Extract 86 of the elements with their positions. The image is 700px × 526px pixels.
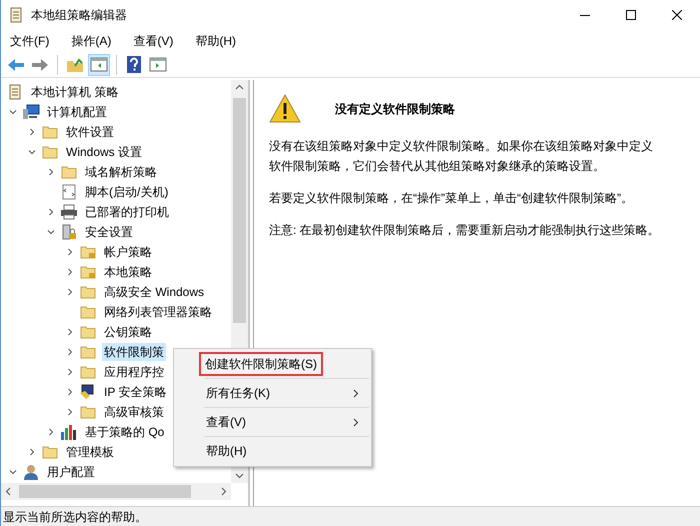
context-menu-item[interactable]: 查看(V) — [174, 409, 371, 435]
collapse-caret-icon[interactable] — [47, 228, 55, 236]
detail-paragraph: 注意: 在最初创建软件限制策略后，需要重新启动才能强制执行这些策略。 — [269, 222, 661, 239]
tree-item[interactable]: 用户配置 — [45, 463, 97, 481]
expand-caret-icon[interactable] — [66, 408, 74, 416]
expand-caret-icon[interactable] — [47, 428, 55, 436]
collapse-caret-icon[interactable] — [9, 108, 17, 116]
locked-folder-icon — [80, 265, 96, 279]
detail-title: 没有定义软件限制策略 — [335, 101, 455, 118]
detail-paragraph: 没有在该组策略对象中定义软件限制策略。如果你在该组策略对象中定义软件限制策略，它们会替代从其他组策略对象继承的策略设置。 — [269, 138, 654, 175]
tree-item[interactable]: IP 安全策略 — [102, 383, 168, 401]
folder-icon — [80, 325, 96, 339]
minimize-icon — [580, 14, 590, 16]
folder-up-icon — [66, 56, 84, 72]
scroll-up-icon — [235, 84, 244, 90]
folder-icon — [80, 345, 96, 359]
menu-item[interactable]: 帮助(H) — [195, 32, 236, 50]
tree-item[interactable]: 高级安全 Windows — [102, 283, 206, 301]
tree-item[interactable]: 域名解析策略 — [83, 163, 159, 181]
tree-item[interactable]: 公钥策略 — [102, 323, 154, 341]
collapse-caret-icon[interactable] — [9, 468, 17, 476]
padlock-server-icon — [61, 224, 77, 240]
folder-icon — [80, 305, 96, 319]
computer-icon — [22, 104, 40, 120]
scroll-down-icon — [235, 473, 244, 479]
folder-icon — [80, 405, 96, 419]
locked-folder-icon — [80, 245, 96, 259]
bar-chart-icon — [60, 424, 78, 440]
context-menu-item[interactable]: 所有任务(K) — [174, 380, 371, 406]
menu-item[interactable]: 操作(A) — [71, 32, 112, 50]
menu-item[interactable]: 文件(F) — [10, 32, 50, 50]
tree-item[interactable]: 网络列表管理器策略 — [102, 303, 214, 321]
scroll-right-icon — [221, 487, 227, 496]
folder-icon — [80, 285, 96, 299]
expand-caret-icon[interactable] — [47, 168, 55, 176]
expand-caret-icon[interactable] — [66, 348, 74, 356]
window-title: 本地组策略编辑器 — [31, 7, 127, 24]
forward-arrow-icon — [31, 58, 49, 72]
tree-pane-icon — [90, 57, 108, 72]
close-icon — [672, 10, 682, 20]
back-arrow-icon — [7, 58, 25, 72]
expand-caret-icon[interactable] — [66, 368, 74, 376]
action-pane-icon — [149, 57, 167, 72]
folder-icon — [80, 365, 96, 379]
tree-item[interactable]: 帐户策略 — [102, 243, 154, 261]
menu-item[interactable]: 查看(V) — [133, 32, 174, 50]
user-icon — [23, 464, 39, 480]
expand-caret-icon[interactable] — [47, 208, 55, 216]
toolbar-button[interactable] — [88, 54, 110, 76]
folder-icon — [42, 145, 58, 159]
tree-item[interactable]: 已部署的打印机 — [83, 203, 171, 221]
tree-item[interactable]: 脚本(启动/关机) — [83, 183, 170, 201]
collapse-caret-icon[interactable] — [28, 148, 36, 156]
expand-caret-icon[interactable] — [66, 248, 74, 256]
expand-caret-icon[interactable] — [28, 128, 36, 136]
tree-item[interactable]: 基于策略的 Qo — [83, 423, 166, 441]
expand-caret-icon[interactable] — [28, 448, 36, 456]
tree-item[interactable]: 软件限制策 — [102, 343, 166, 361]
help-icon — [127, 56, 141, 73]
scroll-left-icon — [5, 487, 11, 496]
status-text: 显示当前所选内容的帮助。 — [3, 508, 147, 526]
tree-item[interactable]: 计算机配置 — [45, 103, 109, 121]
tree-item[interactable]: 应用程序控 — [102, 363, 166, 381]
warning-icon — [269, 94, 301, 124]
folder-icon — [42, 125, 58, 139]
folder-icon — [61, 165, 77, 179]
horizontal-scrollbar[interactable] — [1, 483, 231, 500]
printer-icon — [60, 204, 78, 220]
context-menu-item[interactable]: 帮助(H) — [174, 438, 371, 464]
expand-caret-icon[interactable] — [66, 288, 74, 296]
expand-caret-icon[interactable] — [66, 328, 74, 336]
folder-icon — [42, 445, 58, 459]
tree-item[interactable]: 安全设置 — [83, 223, 135, 241]
tree-item[interactable]: Windows 设置 — [64, 143, 144, 161]
tree-item[interactable]: 本地策略 — [102, 263, 154, 281]
tree-item[interactable]: 高级审核策 — [102, 403, 166, 421]
scroll-icon — [9, 7, 23, 23]
script-icon — [62, 184, 76, 200]
scroll-icon — [8, 84, 22, 100]
tree-item[interactable]: 本地计算机 策略 — [29, 83, 120, 101]
expand-caret-icon[interactable] — [66, 388, 74, 396]
tree-item[interactable]: 管理模板 — [64, 443, 116, 461]
expand-caret-icon[interactable] — [66, 268, 74, 276]
tree-item[interactable]: 软件设置 — [64, 123, 116, 141]
detail-paragraph: 若要定义软件限制策略，在“操作”菜单上，单击“创建软件限制策略”。 — [269, 190, 634, 207]
maximize-icon — [626, 10, 636, 20]
